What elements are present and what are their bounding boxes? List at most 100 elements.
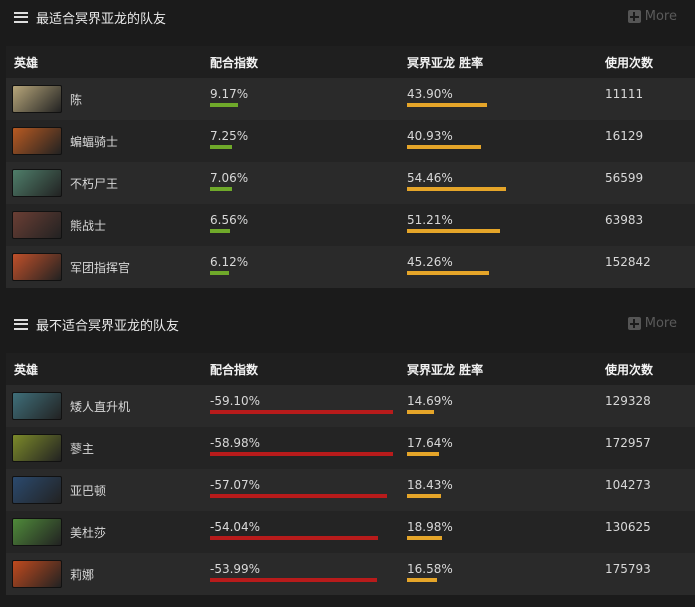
hero-avatar[interactable] xyxy=(12,392,62,420)
winrate-bar xyxy=(407,452,439,456)
hero-name[interactable]: 美杜莎 xyxy=(70,524,106,541)
table-row[interactable]: 矮人直升机 -59.10% 14.69% 129328 xyxy=(6,385,695,427)
winrate-cell: 43.90% xyxy=(407,87,605,107)
table-row[interactable]: 蓼主 -58.98% 17.64% 172957 xyxy=(6,427,695,469)
synergy-cell: 7.06% xyxy=(210,171,407,191)
synergy-cell: -53.99% xyxy=(210,562,407,582)
hero-name[interactable]: 陈 xyxy=(70,91,82,108)
synergy-bar xyxy=(210,145,232,149)
winrate-cell: 14.69% xyxy=(407,394,605,414)
col-synergy[interactable]: 配合指数 xyxy=(210,361,407,378)
winrate-bar xyxy=(407,536,442,540)
col-hero[interactable]: 英雄 xyxy=(6,361,210,378)
uses-cell: 63983 xyxy=(605,213,695,227)
table-row[interactable]: 亚巴顿 -57.07% 18.43% 104273 xyxy=(6,469,695,511)
table-body: 矮人直升机 -59.10% 14.69% 129328 蓼主 -58.98% 17.64% 1… xyxy=(6,385,695,595)
hero-avatar[interactable] xyxy=(12,211,62,239)
table-row[interactable]: 不朽尸王 7.06% 54.46% 56599 xyxy=(6,162,695,204)
uses-value: 172957 xyxy=(605,436,651,450)
winrate-cell: 18.43% xyxy=(407,478,605,498)
synergy-value: -54.04% xyxy=(210,520,261,534)
hero-cell: 军团指挥官 xyxy=(6,253,210,281)
synergy-bar xyxy=(210,187,232,191)
more-button[interactable]: More xyxy=(627,9,677,24)
synergy-cell: 7.25% xyxy=(210,129,407,149)
uses-value: 16129 xyxy=(605,129,644,143)
winrate-cell: 40.93% xyxy=(407,129,605,149)
hero-name[interactable]: 莉娜 xyxy=(70,566,94,583)
panel-title: 最不适合冥界亚龙的队友 xyxy=(36,318,180,334)
synergy-value: -53.99% xyxy=(210,562,261,576)
winrate-bar xyxy=(407,494,441,498)
col-winrate[interactable]: 冥界亚龙 胜率 xyxy=(407,54,605,71)
synergy-value: 6.12% xyxy=(210,255,249,269)
synergy-value: -58.98% xyxy=(210,436,261,450)
winrate-value: 18.98% xyxy=(407,520,453,534)
hero-cell: 熊战士 xyxy=(6,211,210,239)
uses-cell: 56599 xyxy=(605,171,695,185)
table-row[interactable]: 军团指挥官 6.12% 45.26% 152842 xyxy=(6,246,695,288)
col-winrate[interactable]: 冥界亚龙 胜率 xyxy=(407,361,605,378)
synergy-bar xyxy=(210,410,393,414)
synergy-cell: 6.12% xyxy=(210,255,407,275)
synergy-value: 6.56% xyxy=(210,213,249,227)
hero-cell: 莉娜 xyxy=(6,560,210,588)
winrate-value: 40.93% xyxy=(407,129,453,143)
synergy-value: -59.10% xyxy=(210,394,261,408)
synergy-cell: -54.04% xyxy=(210,520,407,540)
winrate-value: 16.58% xyxy=(407,562,453,576)
more-button[interactable]: More xyxy=(627,316,677,331)
synergy-cell: -59.10% xyxy=(210,394,407,414)
synergy-value: 7.25% xyxy=(210,129,249,143)
table-row[interactable]: 熊战士 6.56% 51.21% 63983 xyxy=(6,204,695,246)
synergy-value: -57.07% xyxy=(210,478,261,492)
synergy-cell: 9.17% xyxy=(210,87,407,107)
hero-name[interactable]: 熊战士 xyxy=(70,217,106,234)
uses-value: 152842 xyxy=(605,255,651,269)
winrate-bar xyxy=(407,103,487,107)
table-row[interactable]: 美杜莎 -54.04% 18.98% 130625 xyxy=(6,511,695,553)
hero-name[interactable]: 蓼主 xyxy=(70,440,94,457)
hero-avatar[interactable] xyxy=(12,85,62,113)
winrate-bar xyxy=(407,187,506,191)
hero-name[interactable]: 军团指挥官 xyxy=(70,259,130,276)
winrate-bar xyxy=(407,578,437,582)
hero-avatar[interactable] xyxy=(12,560,62,588)
more-label: More xyxy=(644,9,677,24)
synergy-bar xyxy=(210,452,393,456)
table-row[interactable]: 蝙蝠骑士 7.25% 40.93% 16129 xyxy=(6,120,695,162)
hero-avatar[interactable] xyxy=(12,476,62,504)
hero-avatar[interactable] xyxy=(12,434,62,462)
synergy-cell: 6.56% xyxy=(210,213,407,233)
hero-avatar[interactable] xyxy=(12,253,62,281)
winrate-value: 14.69% xyxy=(407,394,453,408)
hero-avatar[interactable] xyxy=(12,169,62,197)
col-hero[interactable]: 英雄 xyxy=(6,54,210,71)
hero-name[interactable]: 矮人直升机 xyxy=(70,398,130,415)
table-body: 陈 9.17% 43.90% 11111 蝙蝠骑士 7.25% 40.93% 16129 不朽尸… xyxy=(6,78,695,288)
hero-name[interactable]: 不朽尸王 xyxy=(70,175,118,192)
table-row[interactable]: 陈 9.17% 43.90% 11111 xyxy=(6,78,695,120)
uses-value: 130625 xyxy=(605,520,651,534)
table-row[interactable]: 莉娜 -53.99% 16.58% 175793 xyxy=(6,553,695,595)
winrate-cell: 17.64% xyxy=(407,436,605,456)
menu-icon xyxy=(14,11,28,23)
uses-cell: 175793 xyxy=(605,562,695,576)
hero-name[interactable]: 亚巴顿 xyxy=(70,482,106,499)
synergy-cell: -58.98% xyxy=(210,436,407,456)
col-uses[interactable]: 使用次数 xyxy=(605,361,695,378)
winrate-value: 45.26% xyxy=(407,255,453,269)
hero-cell: 蝙蝠骑士 xyxy=(6,127,210,155)
hero-avatar[interactable] xyxy=(12,127,62,155)
hero-name[interactable]: 蝙蝠骑士 xyxy=(70,133,118,150)
winrate-value: 18.43% xyxy=(407,478,453,492)
synergy-cell: -57.07% xyxy=(210,478,407,498)
hero-avatar[interactable] xyxy=(12,518,62,546)
col-uses[interactable]: 使用次数 xyxy=(605,54,695,71)
uses-value: 129328 xyxy=(605,394,651,408)
uses-value: 11111 xyxy=(605,87,644,101)
winrate-bar xyxy=(407,145,481,149)
plus-icon xyxy=(627,10,641,23)
col-synergy[interactable]: 配合指数 xyxy=(210,54,407,71)
uses-value: 175793 xyxy=(605,562,651,576)
